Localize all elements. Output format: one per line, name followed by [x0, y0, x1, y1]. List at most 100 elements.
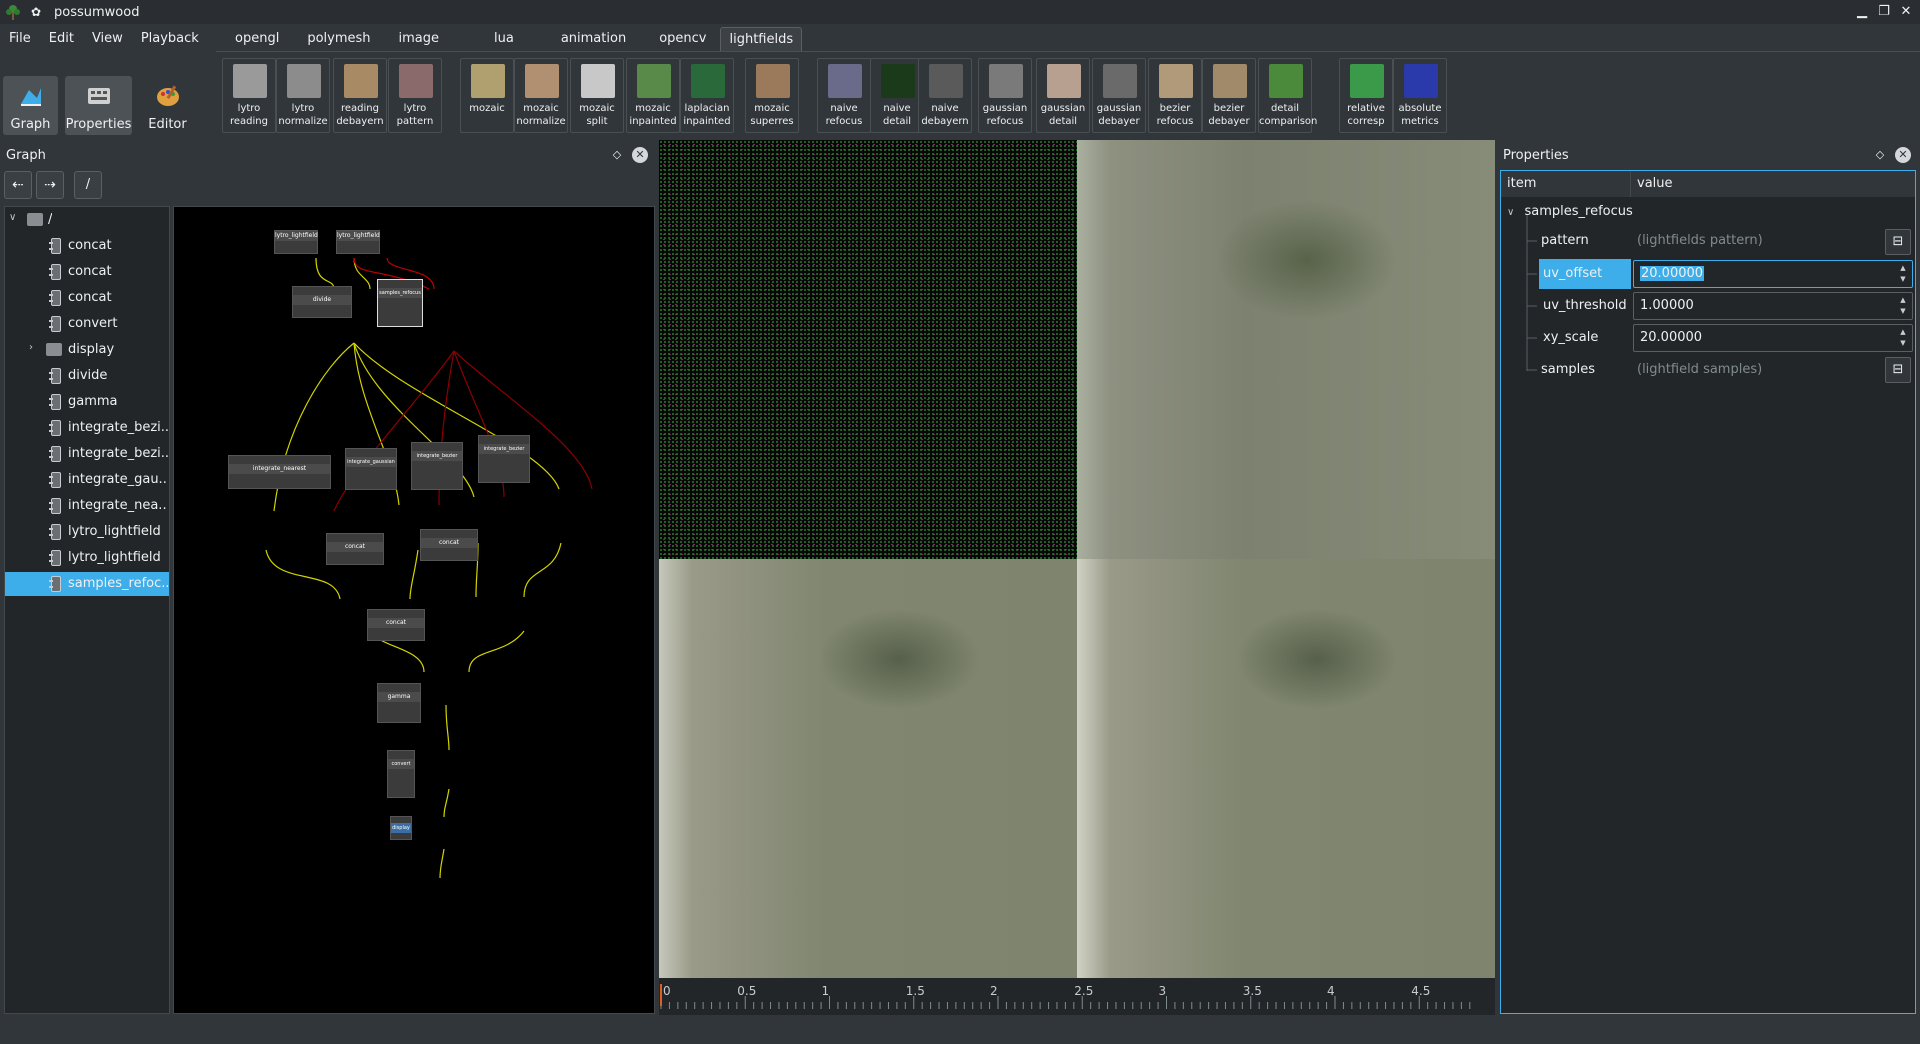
- tab-opencv[interactable]: opencv: [655, 27, 710, 51]
- tool-button-9[interactable]: mozaic superres: [745, 58, 799, 133]
- tree-item[interactable]: integrate_nea...: [5, 494, 169, 518]
- float-properties-icon[interactable]: ◇: [1872, 147, 1888, 163]
- column-header-value[interactable]: value: [1631, 171, 1915, 197]
- tool-button-6[interactable]: mozaic split: [570, 58, 624, 133]
- back-button[interactable]: ⇠: [4, 171, 32, 199]
- tree-item[interactable]: gamma: [5, 390, 169, 414]
- render-pane-nearest: [659, 140, 1077, 559]
- spin-arrows-icon[interactable]: ▲ ▼: [1898, 327, 1908, 349]
- tool-button-7[interactable]: mozaic inpainted: [626, 58, 680, 133]
- tree-item[interactable]: integrate_bezi...: [5, 416, 169, 440]
- tool-button-18[interactable]: detail comparison: [1258, 58, 1317, 133]
- tool-button-3[interactable]: lytro pattern: [388, 58, 442, 133]
- tool-button-16[interactable]: bezier refocus: [1148, 58, 1202, 133]
- image-viewport[interactable]: [659, 140, 1495, 978]
- graph-node-concat-1[interactable]: concat: [326, 533, 384, 565]
- pattern-edit-button[interactable]: ⊟: [1885, 229, 1911, 255]
- graph-node-lytro-lightfield-1[interactable]: lytro_lightfield: [274, 230, 318, 254]
- tab-image[interactable]: image: [395, 27, 444, 51]
- spin-arrows-icon[interactable]: ▲ ▼: [1898, 295, 1908, 317]
- tool-button-11[interactable]: naive detail: [870, 58, 924, 133]
- graph-node-display[interactable]: display: [390, 816, 412, 840]
- tool-button-19[interactable]: relative corresp: [1339, 58, 1393, 133]
- graph-node-divide[interactable]: divide: [292, 286, 352, 318]
- tool-button-20[interactable]: absolute metrics: [1393, 58, 1447, 133]
- tool-button-13[interactable]: gaussian refocus: [978, 58, 1032, 133]
- close-dock-icon[interactable]: ✕: [632, 147, 648, 163]
- editor-mode-button[interactable]: Editor: [140, 76, 195, 135]
- tree-item[interactable]: lytro_lightfield: [5, 520, 169, 544]
- tool-thumbnail-icon: [929, 64, 963, 98]
- graph-node-integrate-gaussian[interactable]: integrate_gaussian: [345, 448, 397, 490]
- tree-item[interactable]: concat: [5, 260, 169, 284]
- tool-button-12[interactable]: naive debayern: [918, 58, 972, 133]
- menu-playback[interactable]: Playback: [132, 27, 208, 51]
- tool-button-1[interactable]: lytro normalize: [276, 58, 330, 133]
- tool-button-17[interactable]: bezier debayer: [1202, 58, 1256, 133]
- maximize-icon[interactable]: ❐: [1874, 2, 1894, 22]
- tree-item[interactable]: concat: [5, 286, 169, 310]
- graph-mode-button[interactable]: Graph: [3, 76, 58, 135]
- menu-view[interactable]: View: [83, 27, 132, 51]
- path-button[interactable]: /: [74, 171, 102, 199]
- graph-node-concat-2[interactable]: concat: [420, 529, 478, 561]
- timeline[interactable]: 0 0.5 1 1.5 2 2.5 3 3.5 4 4.5: [659, 978, 1495, 1015]
- minimize-icon[interactable]: ▁: [1852, 2, 1872, 22]
- tree-root[interactable]: ∨ /: [5, 208, 169, 232]
- tool-button-14[interactable]: gaussian detail: [1036, 58, 1090, 133]
- tree-item[interactable]: concat: [5, 234, 169, 258]
- uv-offset-spinbox[interactable]: 20.00000 ▲ ▼: [1633, 260, 1913, 288]
- node-icon: [49, 524, 61, 540]
- float-dock-icon[interactable]: ◇: [609, 147, 625, 163]
- graph-node-integrate-bezier-1[interactable]: integrate_bezier: [411, 442, 463, 490]
- tree-item[interactable]: integrate_gau...: [5, 468, 169, 492]
- tool-button-2[interactable]: reading debayern: [333, 58, 387, 133]
- column-header-item[interactable]: item: [1501, 171, 1631, 197]
- tool-button-15[interactable]: gaussian debayer: [1092, 58, 1146, 133]
- tree-item-label: samples_refoc...: [68, 576, 168, 591]
- tree-item[interactable]: lytro_lightfield: [5, 546, 169, 570]
- node-graph-canvas[interactable]: lytro_lightfield lytro_lightfield divide…: [173, 206, 655, 1014]
- tool-button-0[interactable]: lytro reading: [222, 58, 276, 133]
- graph-node-samples-refocus[interactable]: samples_refocus: [377, 279, 423, 327]
- tab-polymesh[interactable]: polymesh: [303, 27, 374, 51]
- close-properties-icon[interactable]: ✕: [1895, 147, 1911, 163]
- graph-node-gamma[interactable]: gamma: [377, 683, 421, 723]
- tree-item-label: concat: [68, 264, 112, 279]
- tree-item[interactable]: samples_refoc...: [5, 572, 169, 596]
- tool-label: naive debayern: [921, 103, 969, 127]
- chevron-down-icon[interactable]: ∨: [9, 212, 16, 223]
- tree-item[interactable]: › display: [5, 338, 169, 362]
- chevron-right-icon[interactable]: ›: [29, 342, 33, 353]
- timeline-label: 1: [821, 984, 830, 998]
- tab-lightfields[interactable]: lightfields: [720, 27, 803, 51]
- forward-button[interactable]: ⇢: [36, 171, 64, 199]
- tool-button-8[interactable]: laplacian inpainted: [680, 58, 734, 133]
- pin-icon[interactable]: ✿: [28, 4, 44, 20]
- tree-item[interactable]: divide: [5, 364, 169, 388]
- uv-threshold-spinbox[interactable]: 1.00000 ▲ ▼: [1633, 292, 1913, 320]
- graph-node-concat-3[interactable]: concat: [367, 609, 425, 641]
- spin-arrows-icon[interactable]: ▲ ▼: [1898, 263, 1908, 285]
- tool-button-10[interactable]: naive refocus: [817, 58, 871, 133]
- tool-button-4[interactable]: mozaic: [460, 58, 514, 133]
- menu-edit[interactable]: Edit: [40, 27, 83, 51]
- properties-mode-button[interactable]: Properties: [65, 76, 132, 135]
- tool-button-5[interactable]: mozaic normalize: [514, 58, 568, 133]
- samples-edit-button[interactable]: ⊟: [1885, 357, 1911, 383]
- graph-dock-title: Graph: [6, 148, 46, 163]
- tree-item[interactable]: integrate_bezi...: [5, 442, 169, 466]
- tab-animation[interactable]: animation: [557, 27, 630, 51]
- node-title: gamma: [378, 692, 420, 702]
- graph-node-integrate-bezier-2[interactable]: integrate_bezier: [478, 435, 530, 483]
- graph-node-integrate-nearest[interactable]: integrate_nearest: [228, 455, 331, 489]
- menu-file[interactable]: File: [0, 27, 40, 51]
- tree-item[interactable]: convert: [5, 312, 169, 336]
- graph-node-convert[interactable]: convert: [387, 750, 415, 798]
- xy-scale-spinbox[interactable]: 20.00000 ▲ ▼: [1633, 324, 1913, 352]
- tool-thumbnail-icon: [1269, 64, 1303, 98]
- tab-opengl[interactable]: opengl: [231, 27, 283, 51]
- tab-lua[interactable]: lua: [490, 27, 518, 51]
- close-window-icon[interactable]: ✕: [1896, 2, 1916, 22]
- graph-node-lytro-lightfield-2[interactable]: lytro_lightfield: [336, 230, 380, 254]
